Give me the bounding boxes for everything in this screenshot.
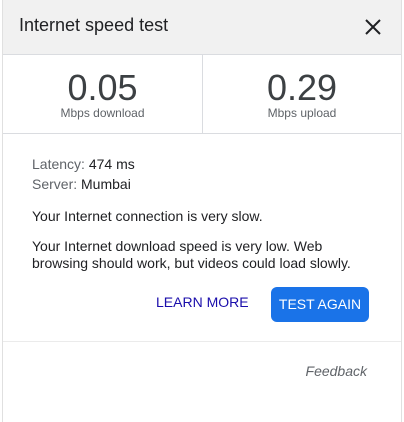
speed-detail-line-2: browsing should work, but videos could l…: [32, 255, 351, 271]
result-details: Latency: 474 ms Server: Mumbai Your Inte…: [3, 134, 401, 342]
speed-detail-line-1: Your Internet download speed is very low…: [32, 238, 323, 254]
download-speed-value: 0.05: [67, 67, 138, 108]
latency-value: 474 ms: [88, 156, 135, 172]
dialog-footer: Feedback: [3, 342, 401, 422]
upload-speed-unit: Mbps upload: [267, 106, 337, 120]
feedback-link[interactable]: Feedback: [306, 363, 367, 379]
download-speed-unit: Mbps download: [60, 106, 145, 120]
speed-metrics: 0.05 Mbps download 0.29 Mbps upload: [3, 55, 401, 134]
speed-summary: Your Internet connection is very slow.: [32, 208, 263, 224]
test-again-button[interactable]: TEST AGAIN: [271, 287, 369, 322]
server-label: Server:: [32, 176, 78, 192]
close-icon[interactable]: [361, 15, 385, 39]
download-metric: 0.05 Mbps download: [3, 55, 202, 133]
server-value: Mumbai: [81, 176, 131, 192]
latency-label: Latency:: [32, 156, 85, 172]
upload-speed-value: 0.29: [266, 67, 338, 108]
server-row: Server: Mumbai: [32, 176, 131, 192]
speed-test-dialog: Internet speed test 0.05 Mbps download 0…: [2, 0, 402, 422]
upload-metric: 0.29 Mbps upload: [202, 55, 401, 133]
learn-more-link[interactable]: LEARN MORE: [152, 287, 253, 317]
dialog-header: Internet speed test: [3, 0, 401, 55]
dialog-title: Internet speed test: [19, 15, 169, 35]
latency-row: Latency: 474 ms: [32, 156, 135, 172]
close-icon-graphic: [365, 19, 381, 35]
